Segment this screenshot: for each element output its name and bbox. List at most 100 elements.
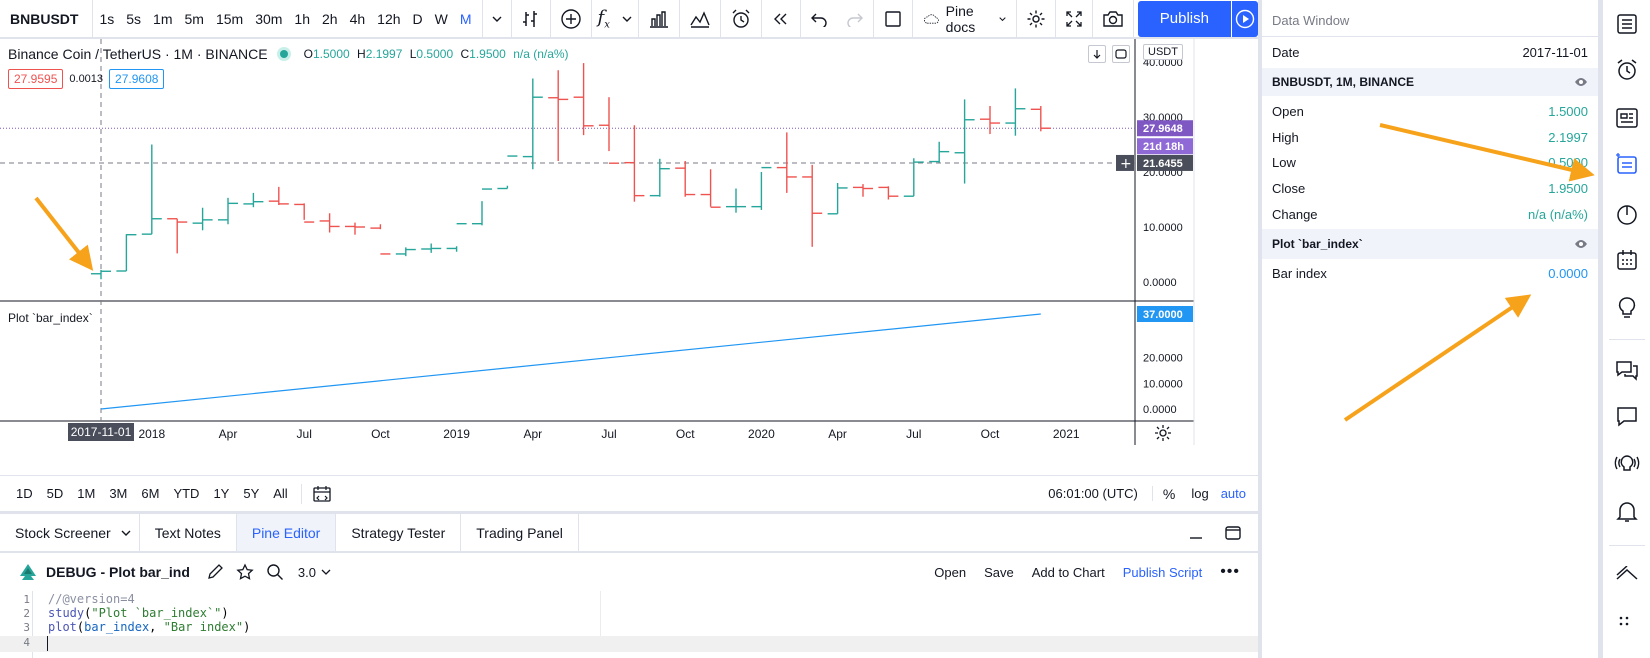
indicator-title[interactable]: Plot `bar_index` bbox=[8, 311, 93, 325]
fullscreen-button[interactable] bbox=[1056, 0, 1093, 38]
period-5d[interactable]: 5D bbox=[40, 486, 71, 501]
period-1d[interactable]: 1D bbox=[9, 486, 40, 501]
interval-1m[interactable]: 1m bbox=[147, 11, 178, 27]
publish-button[interactable]: Publish bbox=[1137, 0, 1231, 37]
code-line[interactable]: //@version=4 bbox=[48, 592, 135, 606]
period-ytd[interactable]: YTD bbox=[166, 486, 206, 501]
private-chat-button[interactable] bbox=[1603, 392, 1650, 440]
code-editor[interactable]: 1 2 3 4 //@version=4 study("Plot `bar_in… bbox=[0, 591, 1258, 658]
period-5y[interactable]: 5Y bbox=[236, 486, 266, 501]
message-icon bbox=[1617, 407, 1637, 427]
period-all[interactable]: All bbox=[266, 486, 294, 501]
news-button[interactable] bbox=[1603, 94, 1650, 142]
interval-15m[interactable]: 15m bbox=[210, 11, 249, 27]
layout-button[interactable] bbox=[874, 0, 913, 38]
pencil-icon[interactable] bbox=[206, 563, 224, 581]
tab-stock-screener[interactable]: Stock Screener bbox=[0, 514, 140, 551]
top-toolbar: BNBUSDT 1s 5s 1m 5m 15m 30m 1h 2h 4h 12h D W M fx bbox=[0, 0, 1258, 38]
publish-script-button[interactable]: Publish Script bbox=[1123, 565, 1202, 580]
bar-index-value: 0.0000 bbox=[1548, 266, 1588, 281]
period-1y[interactable]: 1Y bbox=[206, 486, 236, 501]
code-line[interactable]: study("Plot `bar_index`") bbox=[48, 606, 229, 620]
calendar-button[interactable] bbox=[1603, 236, 1650, 284]
minimize-panel-button[interactable] bbox=[1180, 514, 1212, 551]
open-button[interactable]: Open bbox=[934, 565, 966, 580]
interval-dropdown[interactable] bbox=[483, 0, 512, 38]
interval-30m[interactable]: 30m bbox=[249, 11, 288, 27]
alerts-button[interactable] bbox=[1603, 46, 1650, 94]
chart-canvas[interactable]: 40.000030.000020.000010.00000.000020.000… bbox=[0, 39, 1258, 475]
interval-12h[interactable]: 12h bbox=[371, 11, 406, 27]
more-panels-button[interactable] bbox=[1603, 600, 1650, 648]
indicators-button[interactable]: fx bbox=[592, 0, 639, 38]
public-chat-button[interactable] bbox=[1603, 346, 1650, 394]
version-select[interactable]: 3.0 bbox=[298, 565, 331, 580]
redo-icon bbox=[847, 13, 863, 27]
collapse-button[interactable] bbox=[1603, 550, 1650, 598]
interval-4h[interactable]: 4h bbox=[344, 11, 372, 27]
code-line[interactable]: plot(bar_index, "Bar index") bbox=[48, 620, 250, 634]
interval-5m[interactable]: 5m bbox=[179, 11, 210, 27]
plot-section[interactable]: Plot `bar_index` bbox=[1262, 229, 1598, 259]
eye-icon[interactable] bbox=[1574, 77, 1588, 87]
watchlist-button[interactable] bbox=[1603, 0, 1650, 48]
financials-button[interactable] bbox=[639, 0, 680, 38]
play-button[interactable] bbox=[1230, 0, 1258, 37]
alert-button[interactable] bbox=[721, 0, 762, 38]
data-window-button[interactable] bbox=[1603, 140, 1650, 188]
time-readout[interactable]: 06:01:00 (UTC) bbox=[1048, 486, 1153, 501]
date-range-icon[interactable] bbox=[312, 485, 332, 503]
save-button[interactable]: Save bbox=[984, 565, 1014, 580]
percent-toggle[interactable]: % bbox=[1153, 486, 1185, 502]
interval-M[interactable]: M bbox=[454, 11, 478, 27]
maximize-pane-button[interactable] bbox=[1112, 45, 1130, 63]
tab-strategy-tester[interactable]: Strategy Tester bbox=[336, 514, 462, 551]
line-number: 1 bbox=[23, 593, 30, 606]
period-6m[interactable]: 6M bbox=[134, 486, 166, 501]
tab-trading-panel[interactable]: Trading Panel bbox=[461, 514, 579, 551]
chart-area[interactable]: 40.0000 30.0000 20.0000 10.0000 0.0000 20.000… bbox=[0, 39, 1258, 475]
interval-1h[interactable]: 1h bbox=[288, 11, 316, 27]
compare-button[interactable] bbox=[551, 0, 592, 38]
redo-button[interactable] bbox=[837, 0, 874, 38]
snapshot-button[interactable] bbox=[1093, 0, 1134, 38]
ohlc-bar bbox=[91, 269, 111, 280]
script-name[interactable]: DEBUG - Plot bar_ind bbox=[46, 564, 190, 580]
scroll-down-button[interactable] bbox=[1088, 45, 1106, 63]
ideas-button[interactable] bbox=[1603, 284, 1650, 332]
auto-toggle[interactable]: auto bbox=[1215, 486, 1258, 501]
sell-button[interactable]: 27.9595 bbox=[8, 69, 64, 89]
add-to-chart-button[interactable]: Add to Chart bbox=[1032, 565, 1105, 580]
chart-type-button[interactable] bbox=[512, 0, 551, 38]
interval-W[interactable]: W bbox=[429, 11, 454, 27]
settings-button[interactable] bbox=[1017, 0, 1056, 38]
price-axis[interactable] bbox=[1136, 39, 1194, 421]
interval-5s[interactable]: 5s bbox=[120, 11, 147, 27]
interval-2h[interactable]: 2h bbox=[316, 11, 344, 27]
maximize-panel-button[interactable] bbox=[1212, 514, 1258, 551]
buy-button[interactable]: 27.9608 bbox=[109, 69, 165, 89]
date-row: Date 2017-11-01 bbox=[1262, 39, 1598, 66]
undo-button[interactable] bbox=[801, 0, 837, 38]
double-chevron-icon bbox=[1616, 566, 1638, 580]
search-icon[interactable] bbox=[266, 563, 284, 581]
more-icon[interactable]: ••• bbox=[1220, 563, 1240, 581]
notifications-button[interactable] bbox=[1603, 488, 1650, 536]
period-3m[interactable]: 3M bbox=[102, 486, 134, 501]
symbol-section[interactable]: BNBUSDT, 1M, BINANCE bbox=[1262, 68, 1598, 96]
templates-button[interactable] bbox=[680, 0, 721, 38]
interval-1s[interactable]: 1s bbox=[93, 11, 120, 27]
period-1m[interactable]: 1M bbox=[70, 486, 102, 501]
star-icon[interactable] bbox=[236, 563, 254, 581]
log-toggle[interactable]: log bbox=[1185, 486, 1214, 501]
tab-pine-editor[interactable]: Pine Editor bbox=[236, 514, 337, 551]
interval-D[interactable]: D bbox=[407, 11, 429, 27]
symbol-search[interactable]: BNBUSDT bbox=[0, 0, 94, 38]
streams-button[interactable] bbox=[1603, 440, 1650, 488]
pine-docs-button[interactable]: Pine docs bbox=[913, 0, 1017, 38]
replay-button[interactable] bbox=[762, 0, 801, 38]
hotlists-button[interactable] bbox=[1603, 190, 1650, 238]
eye-icon[interactable] bbox=[1574, 239, 1588, 249]
ohlc-bar bbox=[573, 63, 594, 136]
tab-text-notes[interactable]: Text Notes bbox=[140, 514, 237, 551]
